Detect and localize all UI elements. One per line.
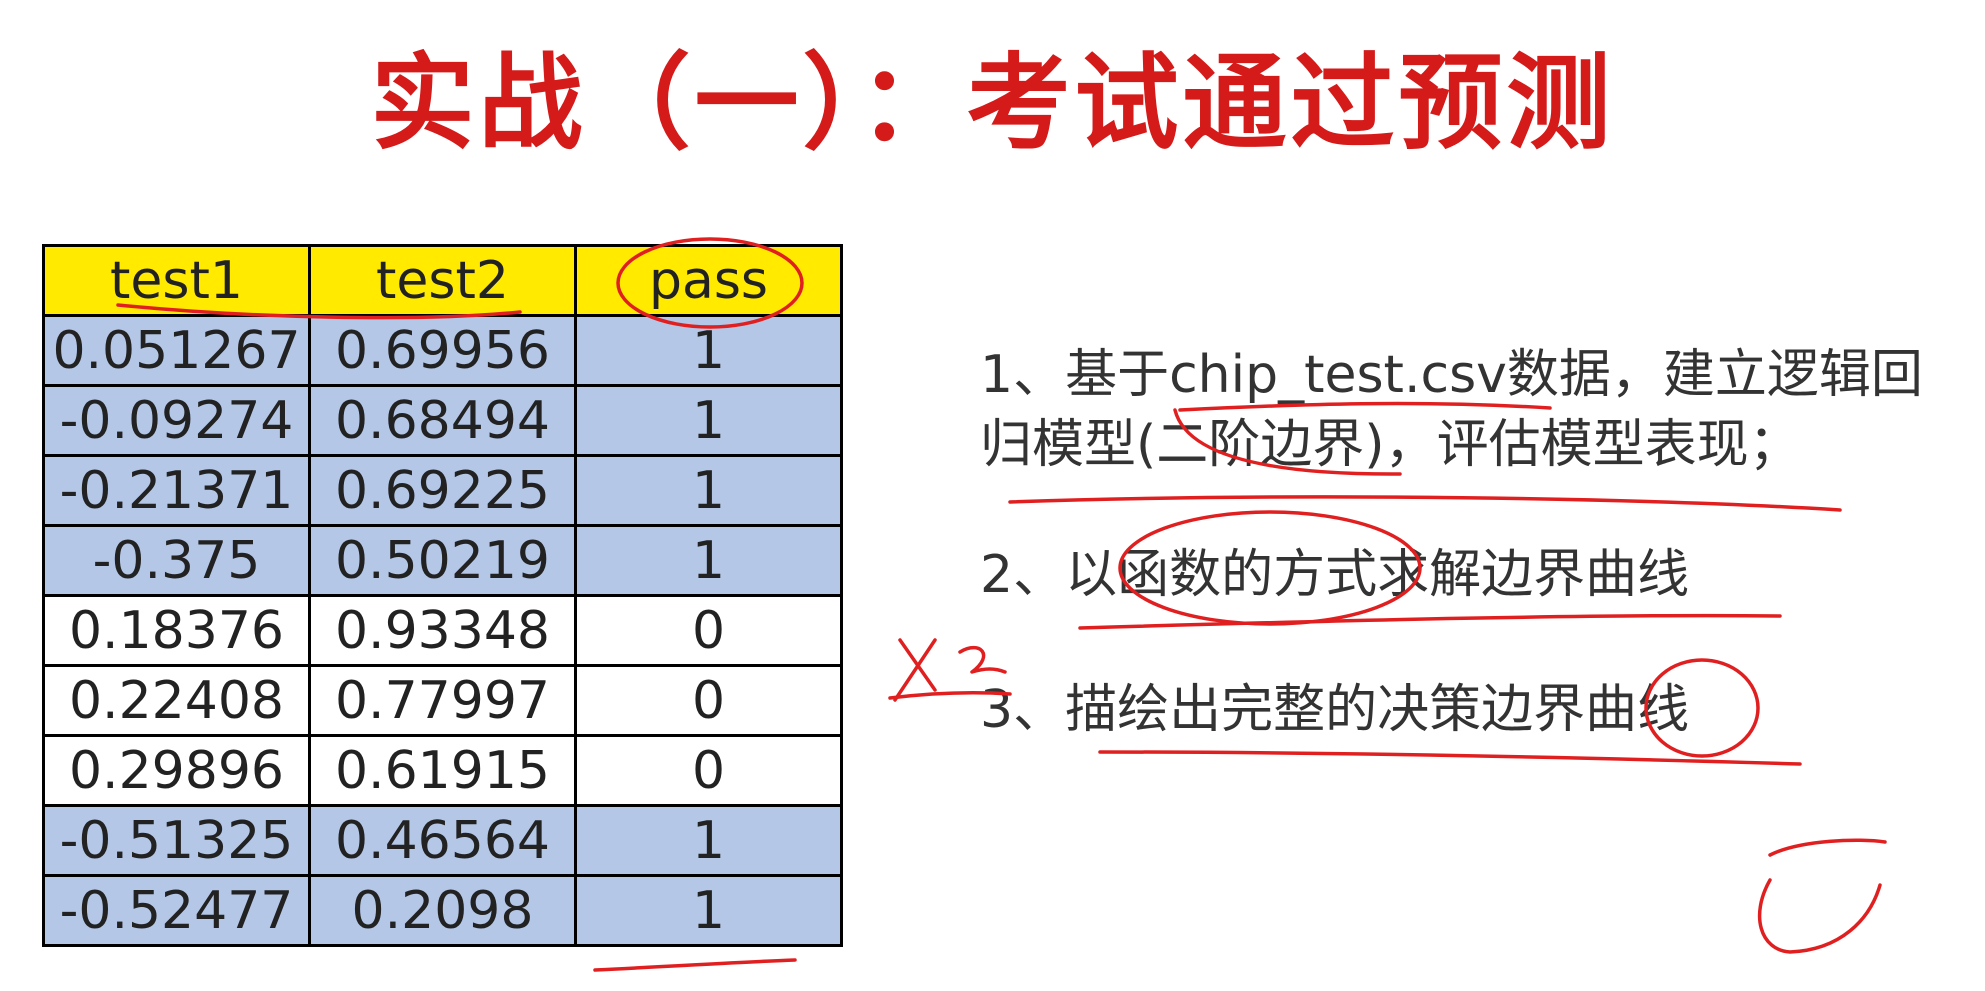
table-bottom-underline-stroke — [593, 958, 797, 972]
scribble-stroke — [1757, 838, 1887, 954]
cell-test2: 0.69225 — [308, 454, 577, 527]
header-test1: test1 — [42, 244, 311, 317]
cell-test1: 0.18376 — [42, 594, 311, 667]
task2-underline-stroke — [1078, 613, 1782, 630]
cell-test2: 0.50219 — [308, 524, 577, 597]
cell-pass: 0 — [574, 734, 843, 807]
x2-note-stroke — [893, 638, 937, 702]
table-row: 0.22408 0.77997 0 — [42, 664, 843, 737]
cell-test2: 0.68494 — [308, 384, 577, 457]
cell-test1: -0.21371 — [42, 454, 311, 527]
task-item-1: 1、基于chip_test.csv数据，建立逻辑回归模型(二阶边界)，评估模型表… — [980, 345, 1923, 475]
task3-underline-stroke — [1098, 750, 1802, 766]
cell-test2: 0.77997 — [308, 664, 577, 737]
cell-pass: 1 — [574, 804, 843, 877]
task1-long-underline-stroke — [1008, 495, 1842, 512]
table-row: -0.09274 0.68494 1 — [42, 384, 843, 457]
table-row: 0.051267 0.69956 1 — [42, 314, 843, 387]
cell-pass: 1 — [574, 874, 843, 947]
cell-pass: 1 — [574, 314, 843, 387]
data-table: test1 test2 pass 0.051267 0.69956 1 -0.0… — [42, 244, 843, 947]
table-row: -0.375 0.50219 1 — [42, 524, 843, 597]
cell-pass: 1 — [574, 524, 843, 597]
table-row: -0.21371 0.69225 1 — [42, 454, 843, 527]
header-test2: test2 — [308, 244, 577, 317]
cell-test1: -0.375 — [42, 524, 311, 597]
x2-note-stroke — [958, 645, 1007, 674]
table-row: -0.52477 0.2098 1 — [42, 874, 843, 947]
cell-test1: 0.22408 — [42, 664, 311, 737]
cell-test1: -0.52477 — [42, 874, 311, 947]
cell-test2: 0.46564 — [308, 804, 577, 877]
cell-test1: -0.09274 — [42, 384, 311, 457]
cell-pass: 0 — [574, 594, 843, 667]
cell-test1: 0.051267 — [42, 314, 311, 387]
cell-test2: 0.69956 — [308, 314, 577, 387]
slide: 实战（一）：考试通过预测 test1 test2 pass 0.051267 0… — [0, 0, 1985, 991]
table-row: 0.29896 0.61915 0 — [42, 734, 843, 807]
cell-test1: 0.29896 — [42, 734, 311, 807]
cell-pass: 1 — [574, 454, 843, 527]
table-row: 0.18376 0.93348 0 — [42, 594, 843, 667]
header-pass: pass — [574, 244, 843, 317]
cell-test1: -0.51325 — [42, 804, 311, 877]
slide-title: 实战（一）：考试通过预测 — [370, 42, 1615, 164]
cell-pass: 1 — [574, 384, 843, 457]
cell-test2: 0.61915 — [308, 734, 577, 807]
cell-pass: 0 — [574, 664, 843, 737]
task-item-2: 2、以函数的方式求解边界曲线 — [980, 545, 1690, 605]
table-row: -0.51325 0.46564 1 — [42, 804, 843, 877]
cell-test2: 0.93348 — [308, 594, 577, 667]
cell-test2: 0.2098 — [308, 874, 577, 947]
task-item-3: 3、描绘出完整的决策边界曲线 — [980, 680, 1690, 740]
table-header-row: test1 test2 pass — [42, 244, 843, 317]
